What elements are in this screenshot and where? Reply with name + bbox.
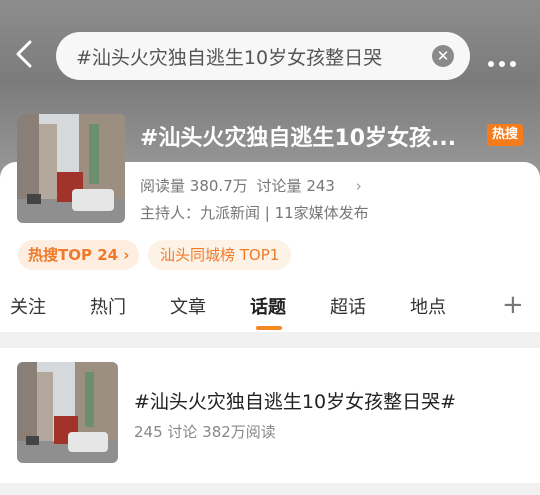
tab-follow[interactable]: 关注 — [10, 293, 46, 319]
result-title[interactable]: #汕头火灾独自逃生10岁女孩整日哭# — [134, 387, 456, 414]
tab-topics[interactable]: 话题 — [250, 293, 286, 319]
plus-icon[interactable]: + — [502, 290, 524, 320]
city-rank-chip[interactable]: 汕头同城榜 TOP1 — [148, 240, 292, 270]
discuss-label: 讨论量 — [256, 177, 302, 195]
tab-location[interactable]: 地点 — [410, 293, 446, 319]
result-thumbnail[interactable] — [17, 362, 118, 463]
reads-label: 阅读量 — [140, 177, 186, 195]
search-bar[interactable]: #汕头火灾独自逃生10岁女孩整日哭 ✕ — [56, 32, 470, 80]
result-meta: 245 讨论 382万阅读 — [134, 423, 276, 441]
clear-icon[interactable]: ✕ — [432, 45, 454, 67]
host-info: 主持人：九派新闻 | 11家媒体发布 — [140, 204, 369, 222]
chevron-right-icon[interactable]: › — [356, 177, 362, 195]
search-input[interactable]: #汕头火灾独自逃生10岁女孩整日哭 — [76, 43, 411, 70]
back-arrow-icon[interactable] — [10, 36, 40, 72]
tab-super-topic[interactable]: 超话 — [330, 293, 366, 319]
reads-count: 380.7万 — [189, 177, 248, 195]
topic-thumbnail — [17, 114, 125, 223]
active-tab-indicator — [256, 326, 282, 330]
topic-title: #汕头火灾独自逃生10岁女孩... — [140, 126, 457, 151]
topic-stats[interactable]: 阅读量 380.7万 讨论量 243 › — [140, 175, 362, 196]
discuss-count: 243 — [306, 177, 335, 195]
tab-articles[interactable]: 文章 — [170, 293, 206, 319]
hot-rank-chip[interactable]: 热搜TOP 24 › — [18, 240, 140, 270]
more-icon[interactable] — [488, 52, 521, 71]
tab-hot[interactable]: 热门 — [90, 293, 126, 319]
hot-badge: 热搜 — [487, 124, 523, 146]
